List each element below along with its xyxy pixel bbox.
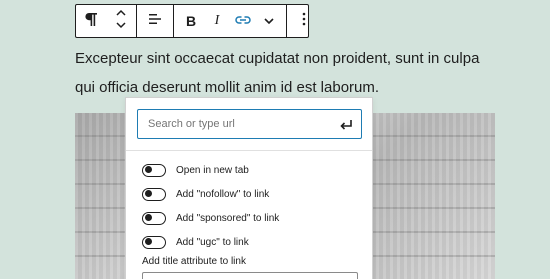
move-up-down-button[interactable] [106, 5, 136, 37]
block-toolbar: B I [75, 4, 309, 38]
nofollow-toggle[interactable] [142, 187, 166, 201]
link-popover: Open in new tab Add "nofollow" to link A… [125, 97, 373, 279]
sponsored-toggle[interactable] [142, 211, 166, 225]
chevron-up-down-icon [115, 8, 127, 35]
title-attribute-label: Add title attribute to link [142, 256, 246, 267]
paragraph-icon [84, 11, 98, 32]
toggle-knob [145, 238, 152, 245]
title-attribute-input[interactable] [142, 272, 358, 279]
link-icon [235, 12, 251, 30]
link-settings: Open in new tab Add "nofollow" to link A… [142, 158, 279, 254]
popover-divider [126, 150, 372, 151]
toggle-knob [145, 190, 152, 197]
setting-label: Add "sponsored" to link [176, 212, 280, 224]
align-group [136, 5, 173, 37]
url-input[interactable] [148, 118, 328, 130]
paragraph-block-button[interactable] [76, 5, 106, 37]
setting-nofollow: Add "nofollow" to link [142, 182, 279, 206]
enter-icon[interactable] [339, 118, 353, 136]
setting-label: Open in new tab [176, 164, 249, 176]
vertical-ellipsis-icon [302, 12, 306, 31]
setting-sponsored: Add "sponsored" to link [142, 206, 279, 230]
open-new-tab-toggle[interactable] [142, 163, 166, 177]
toggle-knob [145, 166, 152, 173]
italic-button[interactable]: I [204, 5, 230, 37]
ugc-toggle[interactable] [142, 235, 166, 249]
url-field [137, 109, 362, 139]
setting-ugc: Add "ugc" to link [142, 230, 279, 254]
chevron-down-icon [263, 12, 275, 30]
setting-label: Add "ugc" to link [176, 236, 249, 248]
setting-label: Add "nofollow" to link [176, 188, 270, 200]
align-button[interactable] [137, 5, 173, 37]
more-rich-text-button[interactable] [256, 5, 282, 37]
options-group [286, 5, 321, 37]
block-switcher-group [76, 5, 136, 37]
setting-open-new-tab: Open in new tab [142, 158, 279, 182]
options-button[interactable] [287, 5, 321, 37]
paragraph-block[interactable]: Excepteur sint occaecat cupidatat non pr… [75, 44, 495, 102]
format-group: B I [173, 5, 286, 37]
align-left-icon [148, 12, 162, 31]
toggle-knob [145, 214, 152, 221]
bold-button[interactable]: B [178, 5, 204, 37]
link-button[interactable] [230, 5, 256, 37]
